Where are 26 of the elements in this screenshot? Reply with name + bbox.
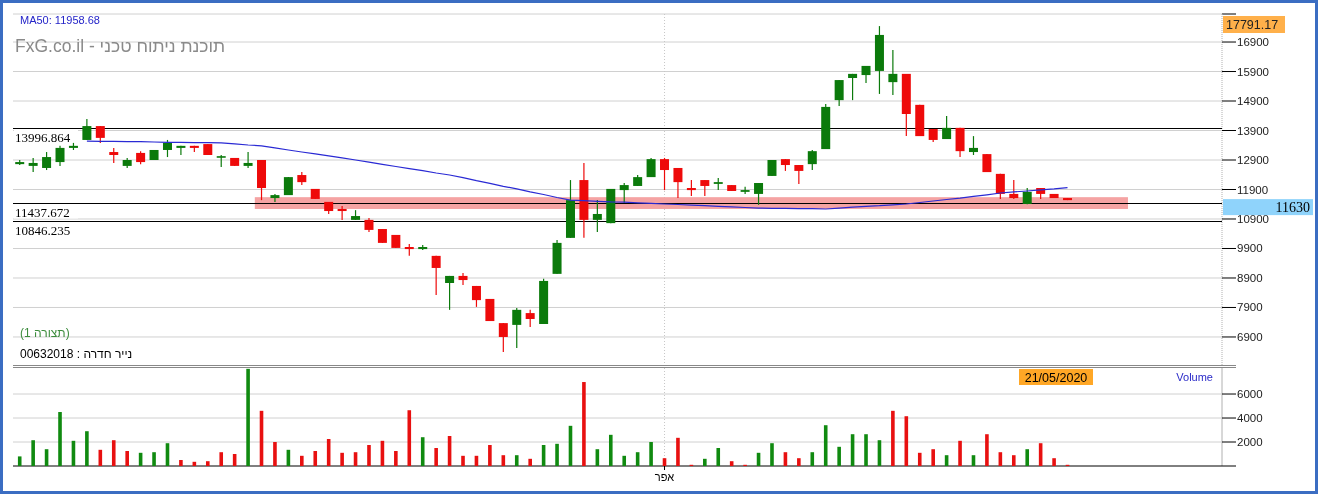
level-label: 11437.672 (15, 204, 70, 220)
price-tag: 17791.17 (1223, 16, 1285, 33)
axis-label: 10900 (1237, 213, 1269, 225)
axis-label: 15900 (1237, 65, 1269, 78)
axis-label: 11900 (1237, 183, 1269, 196)
axis-label: 6000 (1237, 388, 1263, 401)
axis-label: 6900 (1237, 331, 1263, 343)
level-label: 10846.235 (15, 222, 71, 238)
indicator-label: MA50: 11958.68 (20, 14, 100, 26)
axis-label: 8900 (1237, 272, 1263, 284)
level-label: 13996.864 (15, 129, 71, 145)
pattern-label: (תצורה 1) (20, 326, 70, 340)
axis-label: 9900 (1237, 242, 1263, 255)
security-label: נייר חדרה : 00632018 (20, 347, 133, 361)
volume-label: Volume (1176, 371, 1213, 383)
date-tag: 21/05/2020 (1019, 369, 1093, 385)
axis-label: אפר (654, 471, 675, 483)
price-tag: 11630 (1223, 199, 1313, 216)
axis-label: 12900 (1237, 154, 1269, 166)
axis-label: 2000 (1237, 436, 1263, 448)
axis-label: 13900 (1237, 124, 1269, 137)
axis-label: 7900 (1237, 301, 1263, 314)
axis-label: 14900 (1237, 95, 1269, 107)
axis-label: 4000 (1237, 412, 1263, 424)
chart-title: FxG.co.il - תוכנת ניתוח טכני (15, 36, 226, 56)
axis-label: 16900 (1237, 36, 1269, 48)
